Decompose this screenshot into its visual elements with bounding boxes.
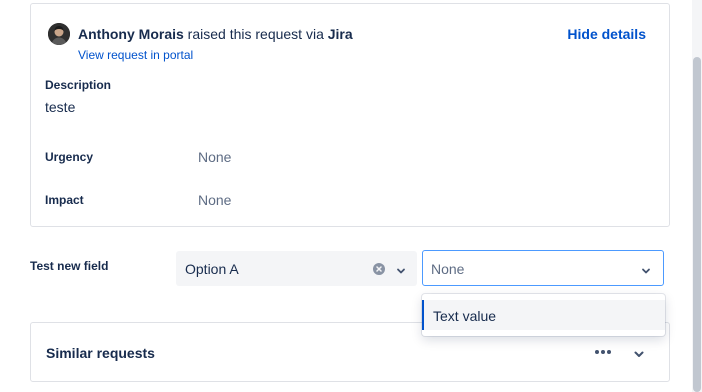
urgency-label: Urgency <box>45 150 94 164</box>
test-new-field-label: Test new field <box>30 259 109 273</box>
test-field-select-primary[interactable]: Option A <box>176 251 417 286</box>
request-details-card: Anthony Morais raised this request via J… <box>30 3 670 227</box>
test-field-select-secondary[interactable]: None <box>422 250 664 286</box>
raised-via-text: raised this request via <box>183 26 328 42</box>
urgency-value[interactable]: None <box>198 149 231 165</box>
impact-value[interactable]: None <box>198 192 231 208</box>
user-avatar[interactable] <box>48 23 70 45</box>
raised-by-line: Anthony Morais raised this request via J… <box>78 25 353 43</box>
scrollbar-thumb[interactable] <box>693 57 701 392</box>
description-label: Description <box>45 78 112 92</box>
hide-details-button[interactable]: Hide details <box>567 25 646 43</box>
impact-label: Impact <box>45 193 84 207</box>
dropdown-option-label: Text value <box>433 308 497 324</box>
select-primary-value: Option A <box>185 261 239 277</box>
more-horizontal-icon[interactable] <box>592 344 614 360</box>
select-secondary-value: None <box>431 261 465 277</box>
dropdown-option[interactable]: Text value <box>422 300 665 330</box>
chevron-down-icon[interactable] <box>633 347 645 359</box>
description-value: teste <box>45 99 76 115</box>
scrollbar-track[interactable] <box>692 0 702 392</box>
channel-name: Jira <box>327 26 353 42</box>
clear-icon[interactable] <box>373 262 385 275</box>
select-dropdown-menu: Text value <box>422 294 665 336</box>
chevron-down-icon[interactable] <box>396 263 406 274</box>
view-in-portal-link[interactable]: View request in portal <box>78 48 193 62</box>
chevron-down-icon[interactable] <box>641 263 651 274</box>
similar-requests-title: Similar requests <box>46 345 155 361</box>
reporter-name[interactable]: Anthony Morais <box>78 26 184 42</box>
